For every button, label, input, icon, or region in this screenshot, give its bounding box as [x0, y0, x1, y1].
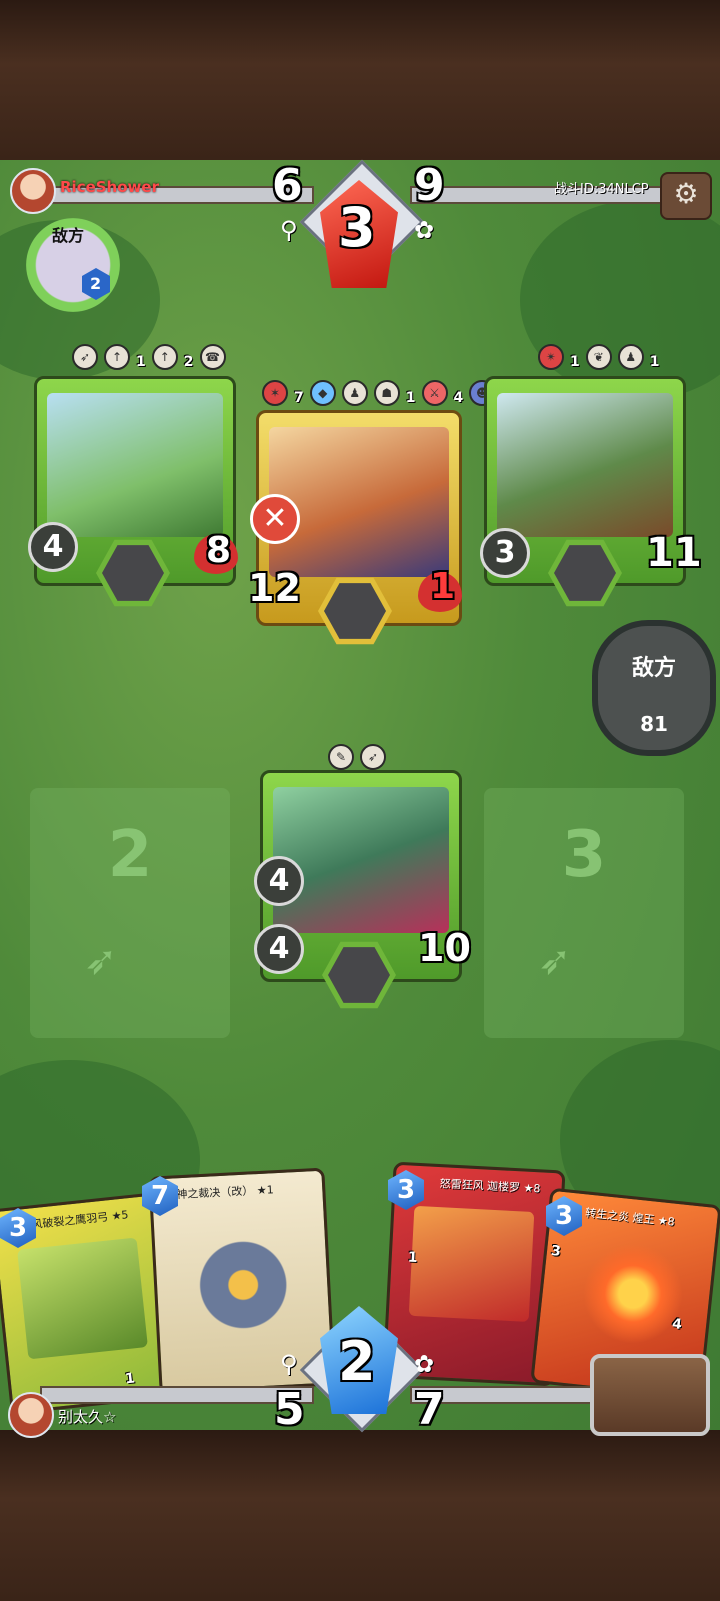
hand-card-2-title: 神之裁决（改） ★1 — [176, 1183, 274, 1202]
player-card-attack: 4 — [254, 856, 304, 906]
up-arrow-icon: ↑ — [151, 344, 178, 370]
hand-card-4-badge-2: 4 — [671, 1316, 683, 1333]
slot-left-number: 2 — [107, 818, 153, 892]
bow-icon: ➶ — [538, 938, 572, 984]
enemy-card-3-attack: 3 — [480, 528, 530, 578]
badge-count: 1 — [405, 390, 416, 406]
enemy-card-1-badges: ➶ ↑ 1 ↑ 2 ☎ — [72, 344, 226, 370]
player-slot-left[interactable]: 2 ➶ — [30, 788, 230, 1038]
badge-count: 2 — [183, 354, 194, 370]
claw-icon: ✴ — [538, 344, 564, 370]
enemy-card-3-art — [497, 393, 673, 537]
player-slot-right[interactable]: 3 ➶ — [484, 788, 684, 1038]
enemy-card-2-art — [269, 427, 449, 577]
enemy-hero[interactable]: 敌方 2 — [26, 218, 120, 312]
key-icon: ⚲ — [280, 1350, 298, 1378]
player-avatar[interactable] — [8, 1392, 54, 1438]
demon-icon: ✶ — [262, 380, 288, 406]
bottom-wood-frame — [0, 1430, 720, 1601]
player-card-badges: ✎ ➶ — [328, 744, 386, 770]
hand-card-3-art — [408, 1205, 535, 1322]
shield-icon: ◆ — [309, 380, 336, 406]
slot-right-number: 3 — [561, 818, 607, 892]
group-icon: ♟ — [617, 344, 644, 370]
up-arrow-icon: ↑ — [104, 344, 130, 370]
enemy-card-2-badges: ✶ 7 ◆ ♟ ☗ 1 ⚔ 4 ☻ — [262, 380, 496, 406]
paw-icon: ✿ — [414, 1350, 435, 1378]
badge-count: 1 — [136, 354, 146, 370]
enemy-level: 2 — [90, 274, 102, 293]
foliage — [520, 200, 720, 400]
badge-count: 4 — [453, 390, 464, 406]
badge-count: 7 — [294, 390, 304, 406]
enemy-card-2-health: 1 — [430, 566, 456, 607]
enemy-card-1-art — [47, 393, 223, 537]
hand-card-3-title: 怒雷狂风 迦楼罗 ★8 — [439, 1177, 541, 1196]
opponent-avatar[interactable] — [10, 168, 56, 214]
key-icon: ⚲ — [280, 216, 298, 244]
opponent-right-count: 9 — [414, 160, 445, 211]
end-turn-button[interactable] — [590, 1354, 710, 1436]
fire-sword-icon: ⚔ — [421, 380, 448, 406]
archer-icon: ➶ — [360, 744, 386, 770]
enemy-card-1-health: 8 — [206, 530, 232, 571]
person-icon: ♟ — [341, 380, 368, 406]
hand-card-3-badge: 1 — [407, 1249, 418, 1267]
settings-gear-icon[interactable]: ⚙ — [660, 172, 712, 220]
hand-card-4-badge: 3 — [550, 1242, 562, 1260]
enemy-card-3-health: 11 — [646, 530, 702, 576]
wing-icon: ❦ — [585, 344, 612, 370]
phone-icon: ☎ — [199, 344, 226, 370]
arrow-icon: ➶ — [72, 344, 98, 370]
battle-id: 战斗ID:34NLCP — [554, 182, 649, 197]
player-name: 别太久☆ — [58, 1408, 117, 1426]
enemy-deck-label: 敌方 — [631, 656, 676, 681]
disabled-x-icon: ✕ — [250, 494, 300, 544]
bow-icon: ➶ — [84, 938, 118, 984]
player-gem-count: 2 — [338, 1330, 376, 1393]
player-card-health: 10 — [418, 926, 471, 970]
player-card-defense: 4 — [254, 924, 304, 974]
player-field-card-art — [273, 787, 449, 933]
scales-icon — [190, 1232, 296, 1338]
opponent-left-count: 6 — [272, 160, 303, 211]
enemy-deck-button[interactable]: 敌方 81 — [592, 620, 716, 756]
enemy-card-3-badges: ✴ 1 ❦ ♟ 1 — [538, 344, 660, 370]
enemy-card-1-attack: 4 — [28, 522, 78, 572]
paw-icon: ✿ — [414, 216, 435, 244]
phoenix-icon — [578, 1238, 689, 1349]
enemy-card-2-attack: 12 — [248, 566, 301, 610]
hand-card-1-art — [17, 1237, 148, 1360]
bottom-rail-left — [40, 1386, 314, 1404]
player-left-count: 5 — [274, 1384, 305, 1435]
opponent-name: RiceShower — [60, 178, 159, 196]
feather-icon: ✎ — [328, 744, 354, 770]
player-right-count: 7 — [414, 1384, 445, 1435]
badge-count: 1 — [570, 354, 580, 370]
enemy-hero-label: 敌方 — [52, 226, 85, 245]
top-wood-frame — [0, 0, 720, 160]
hand-card-1-badge: 1 — [124, 1370, 136, 1388]
bandana-icon: ☗ — [373, 380, 400, 406]
hand-card-4-title: 转生之炎 煌王 ★8 — [584, 1206, 676, 1229]
enemy-deck-count: 81 — [640, 712, 668, 736]
badge-count: 1 — [649, 354, 660, 370]
opponent-gem-count: 3 — [338, 196, 376, 259]
hand-card-1-title: 疾风破裂之鹰羽弓 ★5 — [19, 1208, 130, 1233]
